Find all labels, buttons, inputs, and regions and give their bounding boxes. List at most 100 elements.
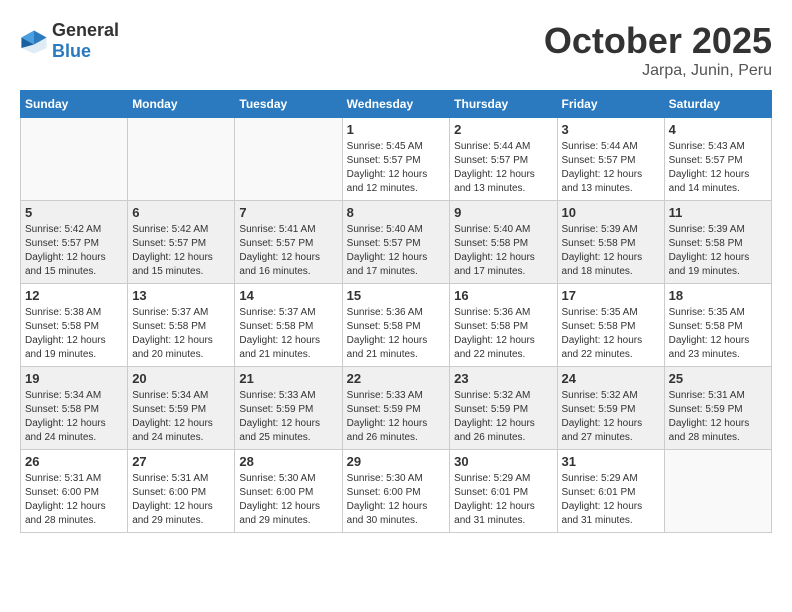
day-number: 7 (239, 205, 337, 220)
logo: General Blue (20, 20, 119, 62)
table-row: 1 Sunrise: 5:45 AM Sunset: 5:57 PM Daylig… (342, 118, 450, 201)
day-info: Sunrise: 5:34 AM Sunset: 5:59 PM Dayligh… (132, 389, 230, 445)
day-info: Sunrise: 5:39 AM Sunset: 5:58 PM Dayligh… (669, 223, 767, 279)
day-number: 16 (454, 288, 552, 303)
day-number: 6 (132, 205, 230, 220)
table-row: 19Sunrise: 5:34 AM Sunset: 5:58 PM Dayli… (21, 367, 128, 450)
day-number: 5 (25, 205, 123, 220)
day-info: Sunrise: 5:31 AM Sunset: 6:00 PM Dayligh… (25, 472, 123, 528)
day-info: Sunrise: 5:29 AM Sunset: 6:01 PM Dayligh… (454, 472, 552, 528)
day-number: 28 (239, 454, 337, 469)
day-number: 12 (25, 288, 123, 303)
day-info: Sunrise: 5:36 AM Sunset: 5:58 PM Dayligh… (454, 306, 552, 362)
table-row: 11 Sunrise: 5:39 AM Sunset: 5:58 PM Dayli… (664, 201, 771, 284)
table-row: 23 Sunrise: 5:32 AM Sunset: 5:59 PM Dayli… (450, 367, 557, 450)
table-row (21, 118, 128, 201)
header-thursday: Thursday (450, 91, 557, 118)
day-info: Sunrise: 5:44 AM Sunset: 5:57 PM Dayligh… (454, 140, 552, 196)
table-row: 26Sunrise: 5:31 AM Sunset: 6:00 PM Dayli… (21, 450, 128, 533)
header-monday: Monday (128, 91, 235, 118)
day-number: 19 (25, 371, 123, 386)
day-info: Sunrise: 5:43 AM Sunset: 5:57 PM Dayligh… (669, 140, 767, 196)
day-info: Sunrise: 5:35 AM Sunset: 5:58 PM Dayligh… (669, 306, 767, 362)
calendar-week-row: 1 Sunrise: 5:45 AM Sunset: 5:57 PM Daylig… (21, 118, 772, 201)
table-row: 29 Sunrise: 5:30 AM Sunset: 6:00 PM Dayli… (342, 450, 450, 533)
logo-general: General (52, 20, 119, 40)
table-row: 17 Sunrise: 5:35 AM Sunset: 5:58 PM Dayli… (557, 284, 664, 367)
header-sunday: Sunday (21, 91, 128, 118)
day-number: 2 (454, 122, 552, 137)
day-number: 1 (347, 122, 446, 137)
table-row: 5 Sunrise: 5:42 AM Sunset: 5:57 PM Daylig… (21, 201, 128, 284)
day-number: 30 (454, 454, 552, 469)
location-title: Jarpa, Junin, Peru (544, 62, 772, 80)
day-number: 21 (239, 371, 337, 386)
day-number: 17 (562, 288, 660, 303)
day-info: Sunrise: 5:31 AM Sunset: 6:00 PM Dayligh… (132, 472, 230, 528)
day-number: 9 (454, 205, 552, 220)
calendar-week-row: 12 Sunrise: 5:38 AM Sunset: 5:58 PM Dayli… (21, 284, 772, 367)
calendar-week-row: 26Sunrise: 5:31 AM Sunset: 6:00 PM Dayli… (21, 450, 772, 533)
day-info: Sunrise: 5:38 AM Sunset: 5:58 PM Dayligh… (25, 306, 123, 362)
day-number: 27 (132, 454, 230, 469)
day-info: Sunrise: 5:37 AM Sunset: 5:58 PM Dayligh… (239, 306, 337, 362)
day-info: Sunrise: 5:30 AM Sunset: 6:00 PM Dayligh… (239, 472, 337, 528)
table-row: 9 Sunrise: 5:40 AM Sunset: 5:58 PM Daylig… (450, 201, 557, 284)
day-info: Sunrise: 5:33 AM Sunset: 5:59 PM Dayligh… (239, 389, 337, 445)
logo-blue: Blue (52, 41, 91, 61)
day-info: Sunrise: 5:42 AM Sunset: 5:57 PM Dayligh… (25, 223, 123, 279)
header-friday: Friday (557, 91, 664, 118)
title-area: October 2025 Jarpa, Junin, Peru (544, 20, 772, 80)
day-number: 25 (669, 371, 767, 386)
table-row: 12 Sunrise: 5:38 AM Sunset: 5:58 PM Dayli… (21, 284, 128, 367)
table-row: 31 Sunrise: 5:29 AM Sunset: 6:01 PM Dayli… (557, 450, 664, 533)
header-tuesday: Tuesday (235, 91, 342, 118)
day-info: Sunrise: 5:33 AM Sunset: 5:59 PM Dayligh… (347, 389, 446, 445)
table-row: 22 Sunrise: 5:33 AM Sunset: 5:59 PM Dayli… (342, 367, 450, 450)
day-info: Sunrise: 5:40 AM Sunset: 5:57 PM Dayligh… (347, 223, 446, 279)
day-info: Sunrise: 5:40 AM Sunset: 5:58 PM Dayligh… (454, 223, 552, 279)
day-info: Sunrise: 5:32 AM Sunset: 5:59 PM Dayligh… (562, 389, 660, 445)
day-info: Sunrise: 5:37 AM Sunset: 5:58 PM Dayligh… (132, 306, 230, 362)
table-row: 27 Sunrise: 5:31 AM Sunset: 6:00 PM Dayli… (128, 450, 235, 533)
day-info: Sunrise: 5:32 AM Sunset: 5:59 PM Dayligh… (454, 389, 552, 445)
day-info: Sunrise: 5:42 AM Sunset: 5:57 PM Dayligh… (132, 223, 230, 279)
day-info: Sunrise: 5:35 AM Sunset: 5:58 PM Dayligh… (562, 306, 660, 362)
day-number: 31 (562, 454, 660, 469)
day-number: 8 (347, 205, 446, 220)
day-number: 22 (347, 371, 446, 386)
table-row: 21 Sunrise: 5:33 AM Sunset: 5:59 PM Dayli… (235, 367, 342, 450)
table-row: 4 Sunrise: 5:43 AM Sunset: 5:57 PM Daylig… (664, 118, 771, 201)
table-row (235, 118, 342, 201)
table-row: 28 Sunrise: 5:30 AM Sunset: 6:00 PM Dayli… (235, 450, 342, 533)
weekday-header-row: Sunday Monday Tuesday Wednesday Thursday… (21, 91, 772, 118)
day-number: 24 (562, 371, 660, 386)
day-info: Sunrise: 5:36 AM Sunset: 5:58 PM Dayligh… (347, 306, 446, 362)
table-row: 10Sunrise: 5:39 AM Sunset: 5:58 PM Dayli… (557, 201, 664, 284)
table-row: 3 Sunrise: 5:44 AM Sunset: 5:57 PM Daylig… (557, 118, 664, 201)
day-number: 23 (454, 371, 552, 386)
table-row (664, 450, 771, 533)
table-row: 16 Sunrise: 5:36 AM Sunset: 5:58 PM Dayli… (450, 284, 557, 367)
calendar-week-row: 19Sunrise: 5:34 AM Sunset: 5:58 PM Dayli… (21, 367, 772, 450)
day-number: 29 (347, 454, 446, 469)
table-row: 24 Sunrise: 5:32 AM Sunset: 5:59 PM Dayli… (557, 367, 664, 450)
calendar-table: Sunday Monday Tuesday Wednesday Thursday… (20, 90, 772, 533)
day-info: Sunrise: 5:41 AM Sunset: 5:57 PM Dayligh… (239, 223, 337, 279)
day-number: 3 (562, 122, 660, 137)
page-header: General Blue October 2025 Jarpa, Junin, … (20, 20, 772, 80)
day-number: 13 (132, 288, 230, 303)
day-number: 15 (347, 288, 446, 303)
day-info: Sunrise: 5:45 AM Sunset: 5:57 PM Dayligh… (347, 140, 446, 196)
day-number: 11 (669, 205, 767, 220)
logo-icon (20, 27, 48, 55)
month-title: October 2025 (544, 20, 772, 62)
day-number: 20 (132, 371, 230, 386)
table-row: 18Sunrise: 5:35 AM Sunset: 5:58 PM Dayli… (664, 284, 771, 367)
day-info: Sunrise: 5:44 AM Sunset: 5:57 PM Dayligh… (562, 140, 660, 196)
day-info: Sunrise: 5:31 AM Sunset: 5:59 PM Dayligh… (669, 389, 767, 445)
table-row: 30 Sunrise: 5:29 AM Sunset: 6:01 PM Dayli… (450, 450, 557, 533)
day-info: Sunrise: 5:30 AM Sunset: 6:00 PM Dayligh… (347, 472, 446, 528)
day-info: Sunrise: 5:29 AM Sunset: 6:01 PM Dayligh… (562, 472, 660, 528)
day-number: 4 (669, 122, 767, 137)
